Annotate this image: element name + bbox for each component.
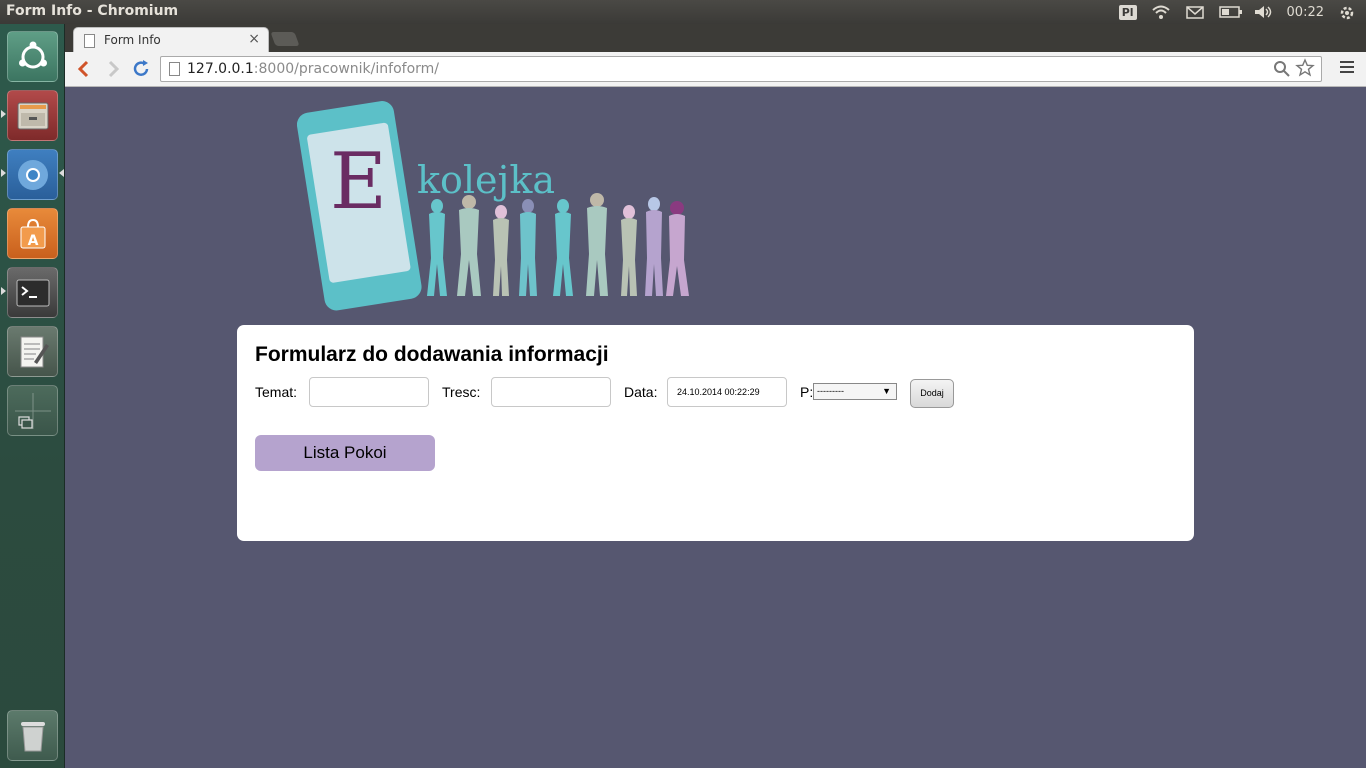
running-indicator — [1, 287, 6, 295]
reload-button[interactable] — [130, 58, 152, 80]
svg-text:E: E — [330, 137, 387, 227]
running-indicator — [1, 169, 6, 177]
shopping-bag-icon: A — [8, 209, 57, 258]
launcher-software-center-button[interactable]: A — [7, 208, 58, 259]
form-heading: Formularz do dodawania informacji — [255, 343, 609, 366]
data-label: Data: — [624, 384, 658, 400]
trash-icon — [8, 711, 57, 760]
running-indicator — [1, 110, 6, 118]
chromium-icon — [8, 150, 57, 199]
indicators: Pl 00:22 — [1118, 0, 1358, 24]
reload-icon — [133, 60, 149, 76]
wifi-icon[interactable] — [1151, 4, 1171, 20]
new-tab-button[interactable] — [270, 32, 300, 46]
p-select-value: --------- — [817, 386, 844, 396]
back-button[interactable] — [73, 58, 95, 80]
clock[interactable]: 00:22 — [1287, 5, 1324, 20]
dodaj-button[interactable]: Dodaj — [910, 379, 954, 408]
launcher-chromium-button[interactable] — [7, 149, 58, 200]
zoom-icon[interactable] — [1273, 60, 1291, 82]
ubuntu-logo-icon — [8, 32, 57, 81]
launcher-terminal-button[interactable] — [7, 267, 58, 318]
battery-icon[interactable] — [1218, 4, 1242, 20]
keyboard-layout-indicator[interactable]: Pl — [1118, 4, 1137, 20]
mail-icon[interactable] — [1185, 4, 1205, 20]
svg-text:A: A — [27, 233, 38, 249]
temat-label: Temat: — [255, 384, 298, 400]
p-label: P: — [800, 384, 814, 400]
url-text: 127.0.0.1:8000/pracownik/infoform/ — [187, 61, 439, 77]
info-form-card: Formularz do dodawania informacji Temat:… — [237, 325, 1194, 541]
forward-arrow-icon — [108, 60, 120, 78]
back-arrow-icon — [77, 60, 89, 78]
launcher-dash-button[interactable] — [7, 31, 58, 82]
launcher-text-editor-button[interactable] — [7, 326, 58, 377]
dropdown-arrow-icon: ▼ — [882, 386, 891, 396]
menu-icon[interactable] — [1340, 61, 1354, 73]
text-editor-icon — [8, 327, 57, 376]
temat-input[interactable] — [309, 377, 429, 407]
e-kolejka-logo: E kolejka — [297, 101, 689, 311]
window-title: Form Info - Chromium — [6, 3, 179, 19]
page-icon — [84, 34, 95, 48]
volume-icon[interactable] — [1253, 4, 1273, 20]
forward-button[interactable] — [102, 58, 124, 80]
tab-bar: Form Info × — [65, 24, 1366, 53]
launcher-files-button[interactable] — [7, 90, 58, 141]
svg-text:kolejka: kolejka — [417, 158, 555, 202]
tab-form-info[interactable]: Form Info × — [73, 27, 269, 53]
launcher-workspace-switcher-button[interactable] — [7, 385, 58, 436]
gear-icon[interactable] — [1338, 4, 1358, 20]
launcher-trash-button[interactable] — [7, 710, 58, 761]
browser-toolbar: 127.0.0.1:8000/pracownik/infoform/ — [65, 52, 1366, 87]
tresc-label: Tresc: — [442, 384, 481, 400]
top-panel: Form Info - Chromium Pl 00:22 — [0, 0, 1366, 24]
bookmark-star-icon[interactable] — [1295, 58, 1315, 83]
data-input[interactable]: 24.10.2014 00:22:29 — [667, 377, 787, 407]
tab-title: Form Info — [104, 33, 161, 47]
tresc-input[interactable] — [491, 377, 611, 407]
file-cabinet-icon — [8, 91, 57, 140]
address-bar[interactable]: 127.0.0.1:8000/pracownik/infoform/ — [160, 56, 1322, 82]
active-indicator — [59, 169, 64, 177]
workspaces-icon — [8, 386, 57, 435]
terminal-icon — [8, 268, 57, 317]
page-icon — [169, 62, 180, 76]
close-tab-icon[interactable]: × — [248, 31, 260, 47]
p-select[interactable]: --------- ▼ — [813, 383, 897, 400]
lista-pokoi-button[interactable]: Lista Pokoi — [255, 435, 435, 471]
launcher: A — [0, 24, 65, 768]
page-content: E kolejka Formularz do dodawania informa… — [65, 88, 1366, 768]
